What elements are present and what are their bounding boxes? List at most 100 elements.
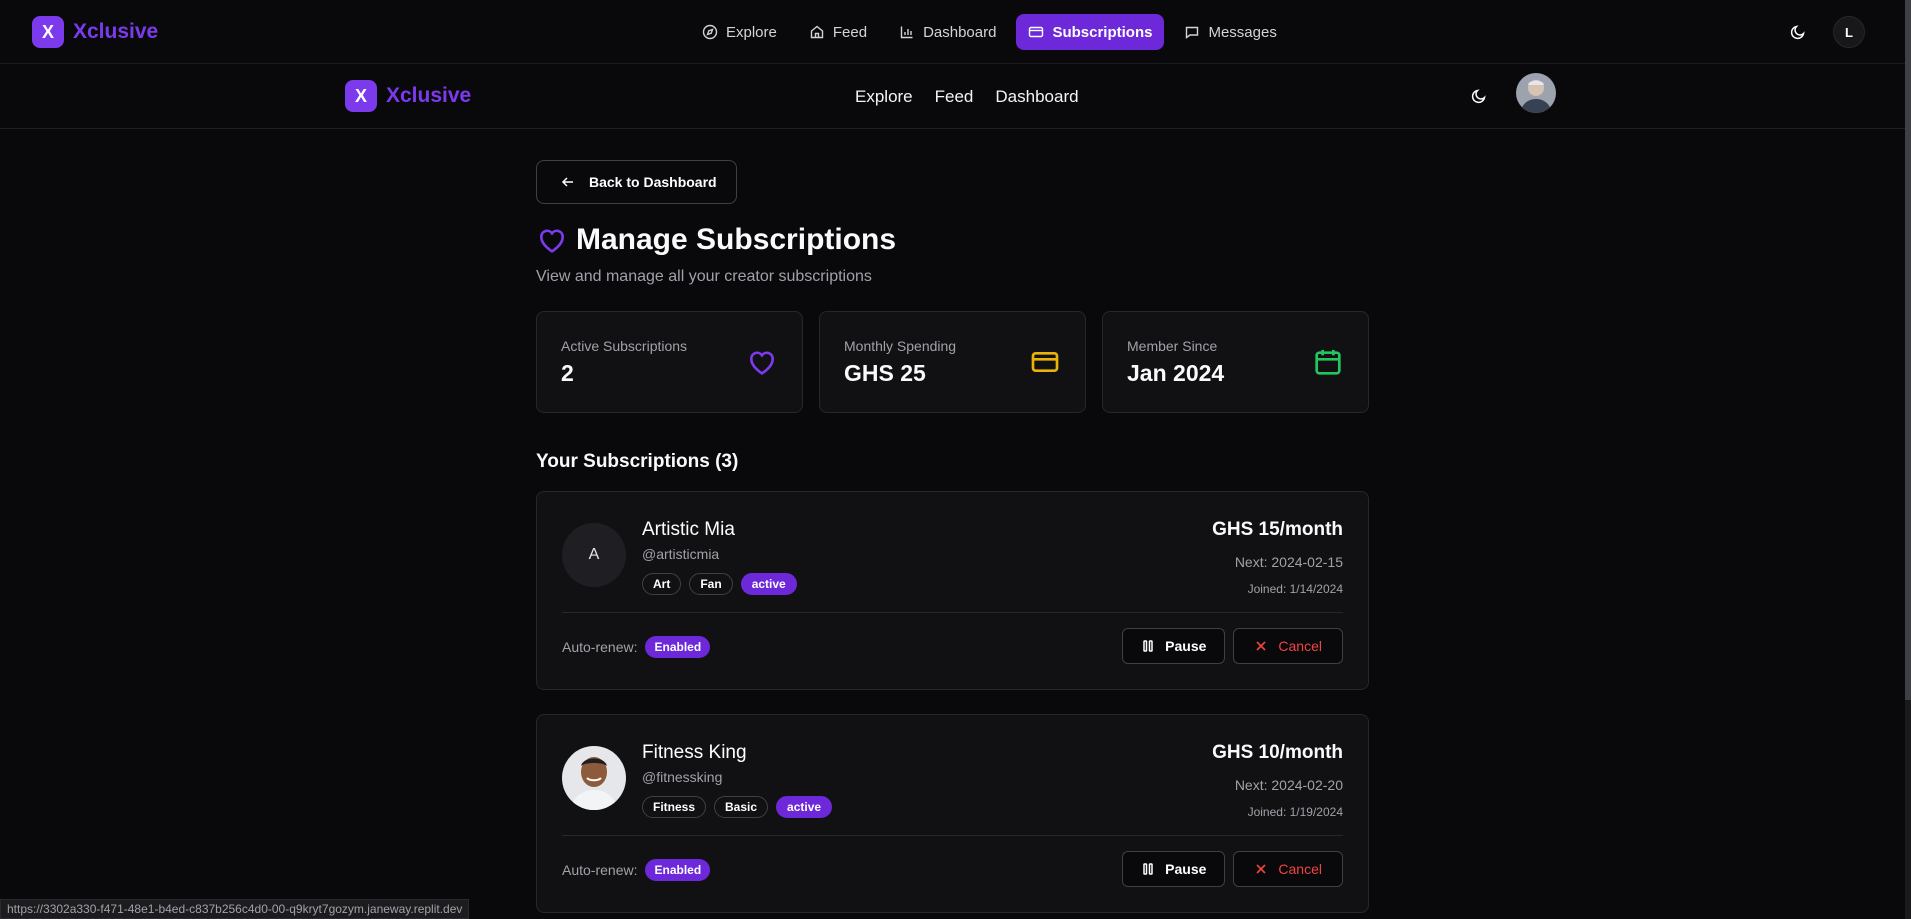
header-nav-dashboard[interactable]: Dashboard	[995, 87, 1078, 107]
header-user-avatar[interactable]	[1516, 73, 1556, 113]
status-bar-url: https://3302a330-f471-48e1-b4ed-c837b256…	[0, 899, 470, 919]
stat-monthly-spending: Monthly Spending GHS 25	[819, 311, 1086, 413]
card-icon	[1029, 26, 1044, 38]
nav-messages[interactable]: Messages	[1172, 14, 1288, 50]
card-actions: Pause Cancel	[1122, 851, 1343, 887]
auto-renew-status: Auto-renew: Enabled	[562, 859, 711, 881]
scrollbar-thumb[interactable]	[1905, 0, 1911, 700]
status-badge: active	[740, 573, 797, 595]
auto-renew-label: Auto-renew:	[562, 862, 638, 878]
creator-avatar[interactable]	[562, 746, 626, 810]
credit-card-icon	[1031, 352, 1059, 372]
heart-icon	[540, 229, 564, 253]
creator-photo	[562, 746, 626, 810]
tag-list: Art Fan active	[642, 573, 797, 595]
auto-renew-badge: Enabled	[645, 636, 711, 658]
calendar-icon	[1315, 350, 1341, 375]
pause-label: Pause	[1165, 861, 1207, 877]
nav-feed-label: Feed	[832, 23, 868, 41]
page-title: Manage Subscriptions	[576, 223, 897, 256]
moon-icon	[1790, 25, 1805, 40]
back-button-label: Back to Dashboard	[589, 174, 717, 190]
moon-icon	[1471, 89, 1486, 104]
nav-explore-label: Explore	[726, 23, 777, 41]
message-icon	[1186, 26, 1199, 39]
pause-icon	[1143, 640, 1153, 652]
pause-button[interactable]: Pause	[1122, 851, 1226, 887]
auto-renew-label: Auto-renew:	[562, 639, 638, 655]
creator-handle: @artisticmia	[642, 546, 720, 562]
pause-button[interactable]: Pause	[1122, 628, 1226, 664]
auto-renew-badge: Enabled	[645, 859, 711, 881]
back-to-dashboard-button[interactable]: Back to Dashboard	[536, 160, 737, 204]
nav-messages-label: Messages	[1208, 23, 1277, 41]
header-logo-mark: X	[345, 80, 377, 112]
joined-date: Joined: 1/14/2024	[1247, 582, 1343, 596]
auto-renew-status: Auto-renew: Enabled	[562, 636, 711, 658]
pause-label: Pause	[1165, 638, 1207, 654]
user-avatar: L	[1833, 16, 1865, 48]
cancel-label: Cancel	[1278, 638, 1322, 654]
user-menu-button[interactable]: L	[1833, 16, 1865, 48]
creator-name[interactable]: Artistic Mia	[642, 519, 735, 541]
page-subtitle: View and manage all your creator subscri…	[536, 268, 872, 285]
card-actions: Pause Cancel	[1122, 628, 1343, 664]
next-billing-date: Next: 2024-02-20	[1234, 777, 1343, 793]
stat-member-since: Member Since Jan 2024	[1102, 311, 1369, 413]
brand-logo-mark: X	[32, 16, 64, 48]
heart-icon	[750, 351, 774, 375]
avatar-photo	[1516, 73, 1556, 113]
next-billing-date: Next: 2024-02-15	[1234, 554, 1343, 570]
nav-dashboard-label: Dashboard	[923, 23, 997, 41]
header-brand-logo[interactable]: X Xclusive	[345, 80, 471, 112]
brand-name: Xclusive	[73, 20, 159, 43]
category-tag: Fitness	[642, 796, 707, 818]
subscriptions-section-title: Your Subscriptions (3)	[536, 451, 739, 472]
cancel-label: Cancel	[1278, 861, 1322, 877]
header-nav-feed[interactable]: Feed	[935, 87, 974, 107]
status-badge: active	[776, 796, 833, 818]
nav-dashboard[interactable]: Dashboard	[887, 14, 1008, 50]
pause-icon	[1143, 863, 1153, 875]
subscription-card: Fitness King @fitnessking Fitness Basic …	[536, 714, 1369, 913]
tier-tag: Fan	[689, 573, 733, 595]
creator-handle: @fitnessking	[642, 769, 723, 785]
header-brand-name: Xclusive	[386, 84, 472, 107]
compass-icon	[702, 24, 718, 40]
cancel-button[interactable]: Cancel	[1233, 851, 1343, 887]
top-navbar: X Xclusive Explore Feed Dashboard Subscr…	[0, 0, 1911, 64]
subscription-card: A Artistic Mia @artisticmia Art Fan acti…	[536, 491, 1369, 690]
home-icon	[810, 25, 824, 39]
header-nav-explore[interactable]: Explore	[855, 87, 913, 107]
page-scrollbar[interactable]	[1905, 0, 1911, 919]
nav-feed[interactable]: Feed	[797, 14, 879, 50]
close-icon	[1256, 864, 1266, 874]
subscriptions-page: Back to Dashboard Manage Subscriptions V…	[536, 160, 1369, 913]
subscription-price: GHS 15/month	[1212, 519, 1343, 540]
nav-explore[interactable]: Explore	[690, 14, 789, 50]
creator-avatar[interactable]: A	[562, 523, 626, 587]
header-theme-toggle[interactable]	[1469, 86, 1489, 106]
stats-row: Active Subscriptions 2 Monthly Spending …	[536, 311, 1369, 413]
header-nav-links: Explore Feed Dashboard	[855, 87, 1079, 107]
nav-subscriptions[interactable]: Subscriptions	[1016, 14, 1165, 50]
cancel-button[interactable]: Cancel	[1233, 628, 1343, 664]
creator-name[interactable]: Fitness King	[642, 742, 747, 764]
theme-toggle-button[interactable]	[1788, 22, 1808, 42]
close-icon	[1256, 641, 1266, 651]
page-title-row: Manage Subscriptions	[536, 223, 1369, 257]
tier-tag: Basic	[714, 796, 769, 818]
joined-date: Joined: 1/19/2024	[1247, 805, 1343, 819]
category-tag: Art	[642, 573, 682, 595]
card-divider	[562, 612, 1343, 613]
card-divider	[562, 835, 1343, 836]
brand-logo[interactable]: X Xclusive	[32, 16, 158, 48]
subscription-price: GHS 10/month	[1212, 742, 1343, 763]
app-header: X Xclusive Explore Feed Dashboard	[0, 64, 1905, 129]
nav-subscriptions-label: Subscriptions	[1052, 23, 1153, 41]
bar-chart-icon	[900, 26, 913, 39]
top-nav-links: Explore Feed Dashboard Subscriptions Mes…	[690, 14, 1289, 50]
stat-active-subscriptions: Active Subscriptions 2	[536, 311, 803, 413]
tag-list: Fitness Basic active	[642, 796, 833, 818]
arrow-left-icon	[561, 177, 573, 187]
